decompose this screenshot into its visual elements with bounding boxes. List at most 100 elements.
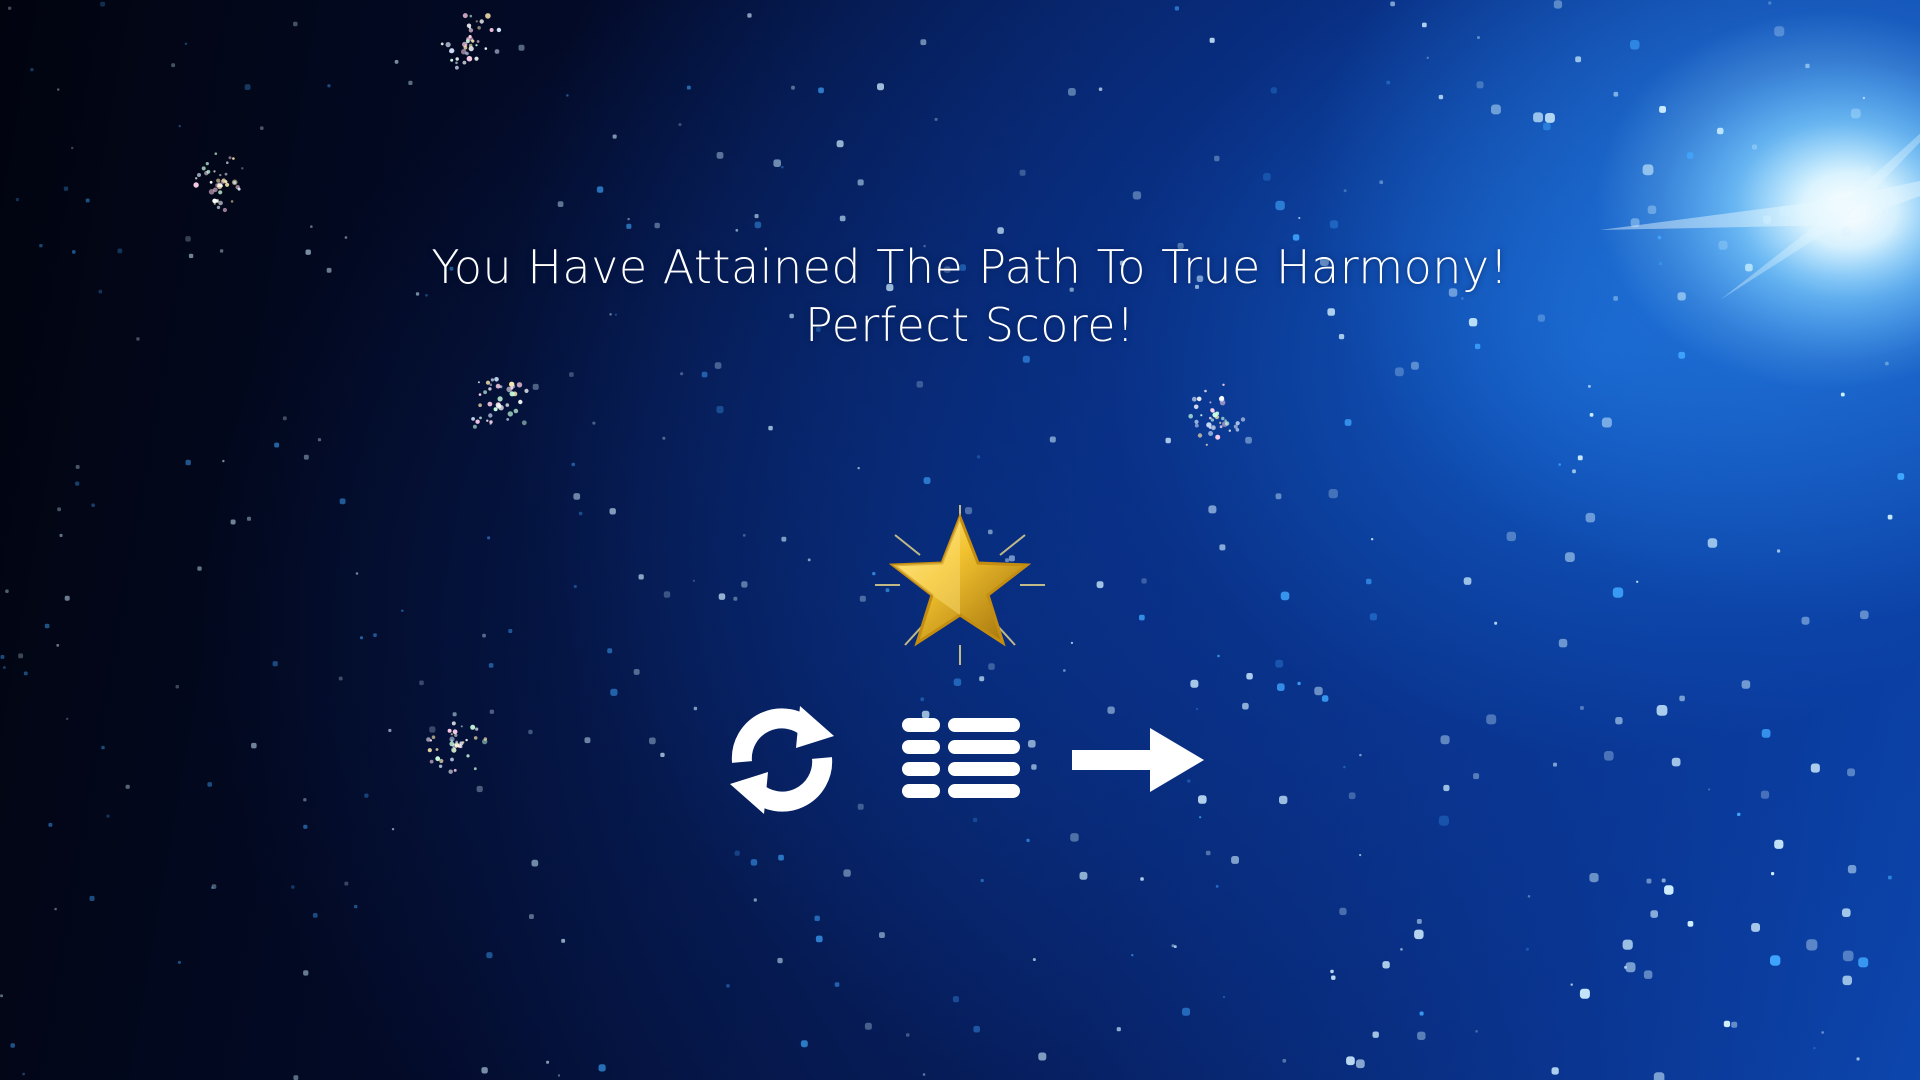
- star-particle: [482, 633, 486, 638]
- firework-particle: [1209, 401, 1212, 404]
- star-particle: [607, 648, 613, 654]
- star-particle: [1214, 155, 1220, 162]
- star-particle: [401, 609, 404, 612]
- star-particle: [1417, 1031, 1426, 1040]
- star-particle: [1477, 36, 1480, 39]
- star-particle: [1774, 26, 1785, 37]
- star-particle: [394, 60, 399, 64]
- firework-particle: [477, 26, 481, 30]
- firework-particle: [490, 378, 494, 382]
- star-particle: [532, 383, 539, 390]
- star-particle: [1390, 1, 1395, 7]
- star-particle: [680, 372, 684, 376]
- star-particle: [953, 678, 962, 686]
- star-particle: [1646, 878, 1652, 884]
- firework-particle: [205, 162, 209, 166]
- firework-particle: [509, 391, 515, 397]
- star-particle: [1527, 895, 1531, 898]
- star-particle: [1346, 1056, 1355, 1066]
- firework-particle: [1219, 425, 1223, 429]
- star-particle: [1215, 885, 1219, 888]
- level-menu-button[interactable]: [890, 700, 1030, 820]
- star-particle: [859, 595, 866, 602]
- firework-particle: [521, 420, 527, 426]
- star-particle: [980, 878, 984, 883]
- firework-particle: [1196, 396, 1202, 402]
- star-particle: [1533, 112, 1543, 123]
- star-particle: [481, 1067, 488, 1074]
- star-particle: [1369, 613, 1377, 621]
- star-particle: [626, 223, 632, 229]
- star-particle: [1664, 885, 1674, 895]
- star-particle: [1897, 473, 1905, 480]
- star-particle: [906, 1033, 910, 1037]
- star-particle: [997, 227, 1004, 234]
- game-screen: You Have Attained The Path To True Harmo…: [0, 0, 1920, 1080]
- star-particle: [486, 952, 493, 959]
- star-particle: [633, 669, 640, 675]
- star-particle: [877, 83, 884, 91]
- firework-particle: [496, 404, 499, 407]
- firework-particle: [212, 198, 217, 204]
- star-particle: [1245, 436, 1252, 444]
- star-particle: [1331, 975, 1336, 980]
- star-particle: [839, 215, 846, 222]
- firework-particle: [507, 411, 513, 417]
- star-particle: [1731, 1021, 1738, 1028]
- star-particle: [1131, 954, 1134, 957]
- firework-particle: [1188, 413, 1193, 419]
- retry-button[interactable]: [712, 700, 852, 820]
- star-particle: [1379, 180, 1384, 185]
- firework-particle: [449, 50, 452, 53]
- star-particle: [59, 533, 63, 537]
- firework-particle: [466, 23, 472, 28]
- star-particle: [1394, 367, 1404, 377]
- star-particle: [1371, 538, 1374, 541]
- star-particle: [177, 960, 181, 964]
- star-particle: [1842, 950, 1854, 962]
- star-particle: [175, 685, 179, 689]
- star-particle: [44, 623, 50, 629]
- firework-particle: [1219, 421, 1222, 424]
- firework-particle: [475, 44, 478, 47]
- star-particle: [1116, 1027, 1121, 1032]
- firework-particle: [487, 401, 493, 407]
- star-particle: [836, 140, 844, 148]
- star-particle: [1098, 87, 1103, 91]
- star-particle: [171, 63, 176, 68]
- star-particle: [557, 201, 564, 207]
- firework-particle: [462, 60, 467, 65]
- star-particle: [1777, 549, 1781, 553]
- firework-particle: [193, 182, 199, 188]
- firework-particle: [195, 177, 198, 180]
- star-particle: [1545, 113, 1555, 123]
- next-level-button[interactable]: [1068, 700, 1208, 820]
- firework-particle: [455, 57, 459, 61]
- firework-particle: [465, 39, 469, 42]
- firework-particle: [511, 384, 516, 389]
- firework-particle: [1210, 408, 1215, 413]
- star-particle: [1070, 641, 1073, 644]
- star-particle: [1426, 56, 1429, 59]
- star-particle: [1359, 854, 1362, 857]
- star-particle: [303, 824, 308, 829]
- star-particle: [1096, 581, 1104, 589]
- star-particle: [354, 904, 358, 909]
- firework-particle: [440, 42, 444, 46]
- star-particle: [54, 907, 57, 911]
- firework-particle: [219, 173, 222, 177]
- star-particle: [1860, 610, 1869, 620]
- star-particle: [1438, 94, 1444, 100]
- firework-particle: [214, 152, 218, 155]
- star-particle: [701, 371, 708, 378]
- star-particle: [293, 21, 298, 27]
- star-particle: [920, 39, 927, 46]
- star-particle: [557, 1074, 561, 1077]
- firework-particle: [476, 40, 480, 43]
- star-particle: [1463, 577, 1472, 585]
- star-particle: [754, 221, 762, 229]
- star-particle: [244, 84, 251, 90]
- star-particle: [291, 885, 295, 889]
- firework-particle: [1211, 425, 1216, 431]
- star-particle: [1330, 969, 1334, 974]
